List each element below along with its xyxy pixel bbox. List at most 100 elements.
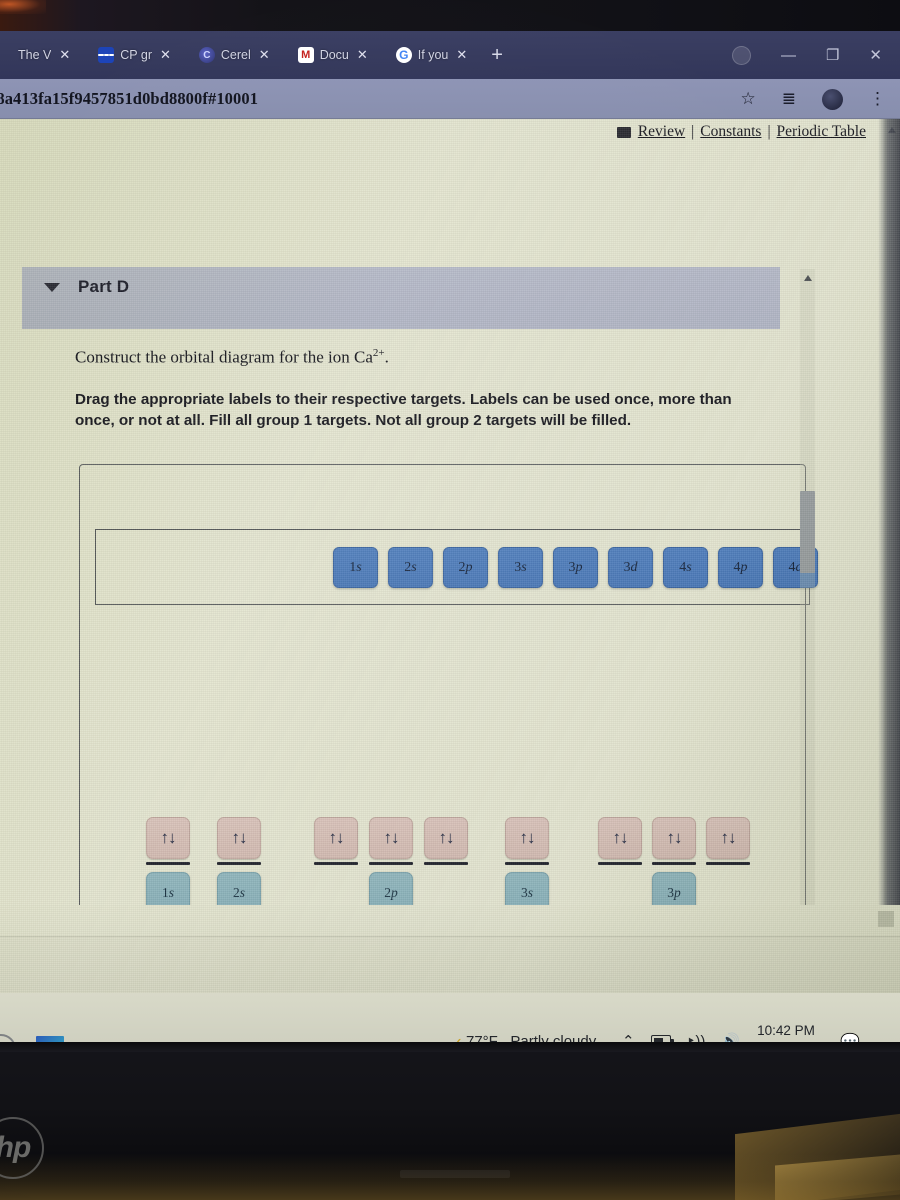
label-chip[interactable]: 2p — [443, 547, 488, 588]
browser-tab-3[interactable]: M Docu ✕ — [288, 38, 376, 72]
ion-symbol: Ca — [354, 347, 373, 367]
electron-pair-token[interactable]: ↑↓ — [706, 817, 750, 859]
url-text[interactable]: 28a413fa15f9457851d0bd8800f#10001 — [0, 89, 258, 109]
label-chip[interactable]: 2s — [388, 547, 433, 588]
label-chip-n: 3 — [514, 559, 522, 575]
label-chip[interactable]: 4s — [663, 547, 708, 588]
label-chip-n: 4 — [788, 559, 796, 575]
label-chip-n: 3 — [623, 559, 631, 575]
orbital-line — [217, 862, 261, 865]
weather-widget[interactable]: 77°F Partly cloudy — [466, 1033, 596, 1042]
close-icon[interactable]: ✕ — [59, 47, 70, 63]
caret-down-icon[interactable] — [44, 283, 60, 292]
orbital-slot[interactable]: ↑↓ 2 s — [217, 817, 261, 914]
maximize-button[interactable]: ❐ — [826, 46, 839, 64]
volume-icon[interactable]: 🔊 — [721, 1032, 740, 1042]
new-tab-button[interactable]: + — [475, 45, 519, 65]
tab-title: The V — [18, 48, 52, 62]
electron-pair-token[interactable]: ↑↓ — [652, 817, 696, 859]
label-chip-n: 3 — [568, 559, 576, 575]
taskbar-clock[interactable]: 10:42 PM 10/4/2021 — [756, 1022, 816, 1042]
electron-pair-token[interactable]: ↑↓ — [146, 817, 190, 859]
browser-address-bar[interactable]: 28a413fa15f9457851d0bd8800f#10001 ☆ ≣ ⋮ — [0, 79, 900, 119]
orbital-slot[interactable]: ↑↓ 1 s — [146, 817, 190, 914]
orbital-label-n: 2 — [384, 884, 391, 900]
screen-edge-shadow — [878, 119, 900, 993]
battery-icon[interactable] — [650, 1035, 674, 1042]
chrome-menu-icon[interactable]: ⋮ — [869, 89, 886, 109]
close-icon[interactable]: ✕ — [259, 47, 270, 63]
label-chip[interactable]: 4p — [718, 547, 763, 588]
electron-pair-token[interactable]: ↑↓ — [314, 817, 358, 859]
taskbar-divider — [0, 936, 900, 937]
question-instructions: Drag the appropriate labels to their res… — [75, 391, 732, 429]
laptop-photo: The V ✕ CP gr ✕ C Cerel ✕ M Docu ✕ G If … — [0, 0, 900, 1200]
scrollbar-thumb[interactable] — [800, 491, 815, 573]
orbital-line — [146, 862, 190, 865]
start-area-icon[interactable]: B — [0, 1034, 16, 1042]
close-icon[interactable]: ✕ — [357, 47, 368, 63]
label-chip[interactable]: 3d — [608, 547, 653, 588]
label-chip-orbital: s — [356, 559, 362, 575]
browser-tab-0[interactable]: The V ✕ — [8, 38, 78, 72]
label-chip-orbital: s — [521, 559, 527, 575]
close-icon[interactable]: ✕ — [456, 47, 467, 63]
page-viewport: Review | Constants | Periodic Table Part… — [0, 119, 900, 993]
windows-taskbar: B W ✓ 77°F Partly cloudy ⌃ ‣)) 🔊 10:42 P… — [0, 936, 900, 1042]
electron-pair-token[interactable]: ↑↓ — [369, 817, 413, 859]
label-bank[interactable]: 1s2s2p3s3p3d4s4p4d — [333, 547, 818, 588]
orbital-slot[interactable]: ↑↓ 3 s — [505, 817, 549, 914]
google-icon: G — [395, 47, 412, 63]
gmail-icon: M — [297, 47, 314, 63]
electron-pair-token[interactable]: ↑↓ — [598, 817, 642, 859]
orbital-slot[interactable]: ↑↓ — [598, 817, 642, 865]
close-icon[interactable]: ✕ — [160, 47, 171, 63]
bookmark-star-icon[interactable]: ☆ — [741, 89, 756, 109]
orbital-label-orbital: p — [674, 884, 681, 900]
constants-link[interactable]: Constants — [700, 123, 761, 141]
close-window-button[interactable]: ✕ — [869, 46, 882, 64]
wifi-icon[interactable]: ‣)) — [687, 1032, 706, 1042]
browser-tab-1[interactable]: CP gr ✕ — [88, 38, 179, 72]
scroll-up-icon[interactable] — [804, 275, 812, 281]
browser-tab-2[interactable]: C Cerel ✕ — [189, 38, 278, 72]
orbital-slot[interactable]: ↑↓ 2 p — [369, 817, 413, 914]
orbital-label-n: 3 — [520, 884, 528, 900]
label-chip[interactable]: 3s — [498, 547, 543, 588]
tab-title: Docu — [319, 48, 349, 62]
label-chip[interactable]: 3p — [553, 547, 598, 588]
label-chip[interactable]: 1s — [333, 547, 378, 588]
toolbar-separator: | — [691, 123, 695, 140]
label-chip-n: 4 — [733, 559, 741, 575]
show-hidden-icons-chevron[interactable]: ⌃ — [622, 1032, 635, 1042]
label-chip-orbital: s — [411, 559, 417, 575]
orbital-slot[interactable]: ↑↓ — [706, 817, 750, 865]
part-d-header[interactable]: Part D — [22, 267, 780, 329]
orbital-label-orbital: p — [391, 884, 398, 900]
minimize-button[interactable]: — — [781, 47, 796, 64]
notification-center-icon[interactable]: 💬 2 — [840, 1032, 860, 1042]
orbital-slot[interactable]: ↑↓ — [314, 817, 358, 865]
system-tray: ⌃ ‣)) 🔊 — [622, 1032, 740, 1042]
question-stem-suffix: . — [384, 347, 389, 367]
window-controls: — ❐ ✕ — [731, 45, 900, 65]
reading-list-icon[interactable]: ≣ — [782, 89, 796, 109]
electron-pair-token[interactable]: ↑↓ — [217, 817, 261, 859]
orbital-slot[interactable]: ↑↓ — [424, 817, 468, 865]
cerebro-icon: C — [198, 47, 215, 63]
window-profile-icon[interactable] — [731, 45, 751, 65]
check-icon: ✓ — [450, 1034, 463, 1042]
label-chip-orbital: p — [740, 559, 748, 575]
periodic-table-link[interactable]: Periodic Table — [777, 123, 866, 141]
orbital-slot[interactable]: ↑↓ 3 p — [652, 817, 696, 914]
laptop-top-bezel — [0, 0, 900, 31]
profile-avatar-icon[interactable] — [822, 88, 843, 110]
electron-pair-token[interactable]: ↑↓ — [505, 817, 549, 859]
word-taskbar-icon[interactable]: W — [36, 1036, 64, 1042]
review-link[interactable]: Review — [638, 123, 685, 141]
orbital-line — [652, 862, 696, 865]
electron-pair-token[interactable]: ↑↓ — [424, 817, 468, 859]
weather-temperature: 77°F — [466, 1033, 498, 1042]
inner-vertical-scrollbar[interactable] — [800, 269, 815, 949]
browser-tab-4[interactable]: G If you ✕ — [386, 38, 475, 72]
